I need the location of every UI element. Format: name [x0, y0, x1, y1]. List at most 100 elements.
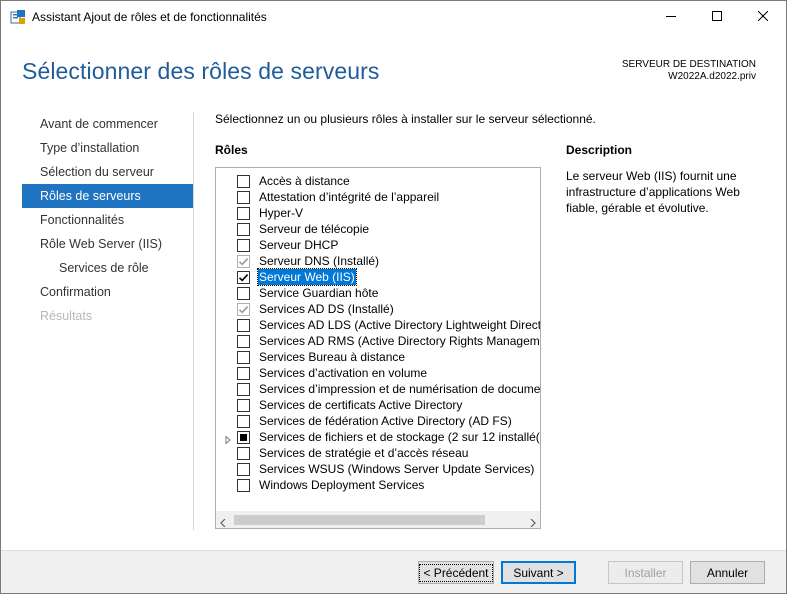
install-button[interactable]: Installer [608, 561, 683, 584]
role-checkbox[interactable] [237, 463, 250, 476]
role-label: Windows Deployment Services [259, 478, 425, 492]
description-text: Le serveur Web (IIS) fournit une infrast… [566, 169, 740, 215]
role-checkbox[interactable] [237, 415, 250, 428]
nav-item[interactable]: Avant de commencer [22, 112, 193, 136]
role-row[interactable]: Services WSUS (Windows Server Update Ser… [216, 461, 540, 477]
role-row[interactable]: Hyper-V [216, 205, 540, 221]
role-checkbox[interactable] [237, 191, 250, 204]
role-row[interactable]: Services de fédération Active Directory … [216, 413, 540, 429]
role-checkbox[interactable] [237, 239, 250, 252]
title-bar[interactable]: Assistant Ajout de rôles et de fonctionn… [1, 1, 786, 32]
role-row[interactable]: Services AD LDS (Active Directory Lightw… [216, 317, 540, 333]
role-label: Services WSUS (Windows Server Update Ser… [259, 462, 535, 476]
nav-item[interactable]: Rôles de serveurs [22, 184, 193, 208]
role-checkbox[interactable] [237, 319, 250, 332]
scroll-right-icon[interactable] [530, 516, 536, 528]
previous-button-label: < Précédent [419, 563, 493, 582]
role-row[interactable]: Service Guardian hôte [216, 285, 540, 301]
instruction-text: Sélectionnez un ou plusieurs rôles à ins… [215, 112, 596, 126]
scrollbar-thumb[interactable] [234, 515, 485, 525]
server-manager-icon [10, 9, 26, 25]
nav-item[interactable]: Confirmation [22, 280, 193, 304]
cancel-button[interactable]: Annuler [690, 561, 765, 584]
role-checkbox[interactable] [237, 351, 250, 364]
role-checkbox[interactable] [237, 207, 250, 220]
description-heading: Description [566, 143, 633, 157]
close-button[interactable] [740, 1, 786, 31]
role-checkbox[interactable] [237, 367, 250, 380]
role-label: Services de fédération Active Directory … [259, 414, 512, 428]
minimize-button[interactable] [648, 1, 694, 31]
role-label: Hyper-V [259, 206, 304, 220]
minimize-icon [666, 11, 676, 21]
role-checkbox[interactable] [237, 383, 250, 396]
role-row[interactable]: Services AD RMS (Active Directory Rights… [216, 333, 540, 349]
role-checkbox[interactable] [237, 447, 250, 460]
role-row[interactable]: Serveur Web (IIS) [216, 268, 540, 286]
close-icon [758, 11, 768, 21]
role-checkbox [237, 303, 250, 316]
roles-heading: Rôles [215, 143, 248, 157]
role-checkbox[interactable] [237, 399, 250, 412]
nav-item[interactable]: Type d’installation [22, 136, 193, 160]
scroll-left-icon[interactable] [220, 516, 226, 528]
role-checkbox[interactable] [237, 175, 250, 188]
wizard-window: Assistant Ajout de rôles et de fonctionn… [0, 0, 787, 594]
role-label: Services Bureau à distance [259, 350, 406, 364]
nav-item[interactable]: Fonctionnalités [22, 208, 193, 232]
role-label: Services AD LDS (Active Directory Lightw… [259, 318, 541, 332]
role-label: Services d’impression et de numérisation… [259, 382, 541, 396]
maximize-icon [712, 11, 722, 21]
horizontal-scrollbar[interactable] [216, 511, 540, 528]
next-button-label: Suivant > [513, 565, 564, 580]
nav-item[interactable]: Sélection du serveur [22, 160, 193, 184]
role-row[interactable]: Serveur de télécopie [216, 221, 540, 237]
nav-divider [193, 112, 194, 530]
role-label: Accès à distance [259, 174, 350, 188]
destination-server-label: SERVEUR DE DESTINATION [621, 59, 756, 70]
role-checkbox[interactable] [237, 335, 250, 348]
role-checkbox[interactable] [237, 271, 250, 284]
role-label: Attestation d’intégrité de l’appareil [259, 190, 440, 204]
role-label: Services de stratégie et d’accès réseau [259, 446, 469, 460]
maximize-button[interactable] [694, 1, 740, 31]
role-row[interactable]: Services d’impression et de numérisation… [216, 381, 540, 397]
expand-chevron-icon[interactable] [224, 433, 232, 445]
role-row[interactable]: Services d’activation en volume [216, 365, 540, 381]
role-row[interactable]: Serveur DNS (Installé) [216, 253, 540, 269]
role-checkbox [237, 255, 250, 268]
role-label: Serveur DHCP [259, 238, 339, 252]
role-row[interactable]: Attestation d’intégrité de l’appareil [216, 189, 540, 205]
role-label: Serveur DNS (Installé) [259, 254, 380, 268]
role-checkbox[interactable] [237, 479, 250, 492]
next-button[interactable]: Suivant > [501, 561, 576, 584]
destination-server-name: W2022A.d2022.priv [668, 71, 756, 82]
role-label: Services de fichiers et de stockage (2 s… [259, 430, 541, 444]
role-label: Services AD RMS (Active Directory Rights… [259, 334, 540, 348]
nav-item[interactable]: Rôle Web Server (IIS) [22, 232, 193, 256]
role-row[interactable]: Windows Deployment Services [216, 477, 540, 493]
role-row[interactable]: Accès à distance [216, 173, 540, 189]
roles-tree[interactable]: Accès à distance Attestation d’intégrité … [215, 167, 541, 529]
cancel-button-label: Annuler [706, 565, 749, 580]
nav-item[interactable]: Services de rôle [22, 256, 193, 280]
role-checkbox[interactable] [237, 287, 250, 300]
role-row[interactable]: Services de stratégie et d’accès réseau [216, 445, 540, 461]
previous-button[interactable]: < Précédent [418, 561, 494, 584]
role-label: Service Guardian hôte [259, 286, 379, 300]
role-label: Services d’activation en volume [259, 366, 428, 380]
role-row[interactable]: Serveur DHCP [216, 237, 540, 253]
role-row[interactable]: Services de fichiers et de stockage (2 s… [216, 429, 540, 445]
nav-item: Résultats [40, 309, 93, 323]
role-checkbox[interactable] [237, 431, 250, 444]
wizard-steps-nav: Avant de commencer Type d’installation Sél… [22, 112, 193, 328]
role-checkbox[interactable] [237, 223, 250, 236]
role-label: Serveur Web (IIS) [257, 268, 357, 286]
role-row[interactable]: Services de certificats Active Directory [216, 397, 540, 413]
roles-list: Accès à distance Attestation d’intégrité … [216, 173, 540, 493]
page-title: Sélectionner des rôles de serveurs [22, 58, 380, 84]
role-row[interactable]: Services Bureau à distance [216, 349, 540, 365]
role-row[interactable]: Services AD DS (Installé) [216, 301, 540, 317]
role-label: Services de certificats Active Directory [259, 398, 463, 412]
install-button-label: Installer [624, 565, 667, 580]
